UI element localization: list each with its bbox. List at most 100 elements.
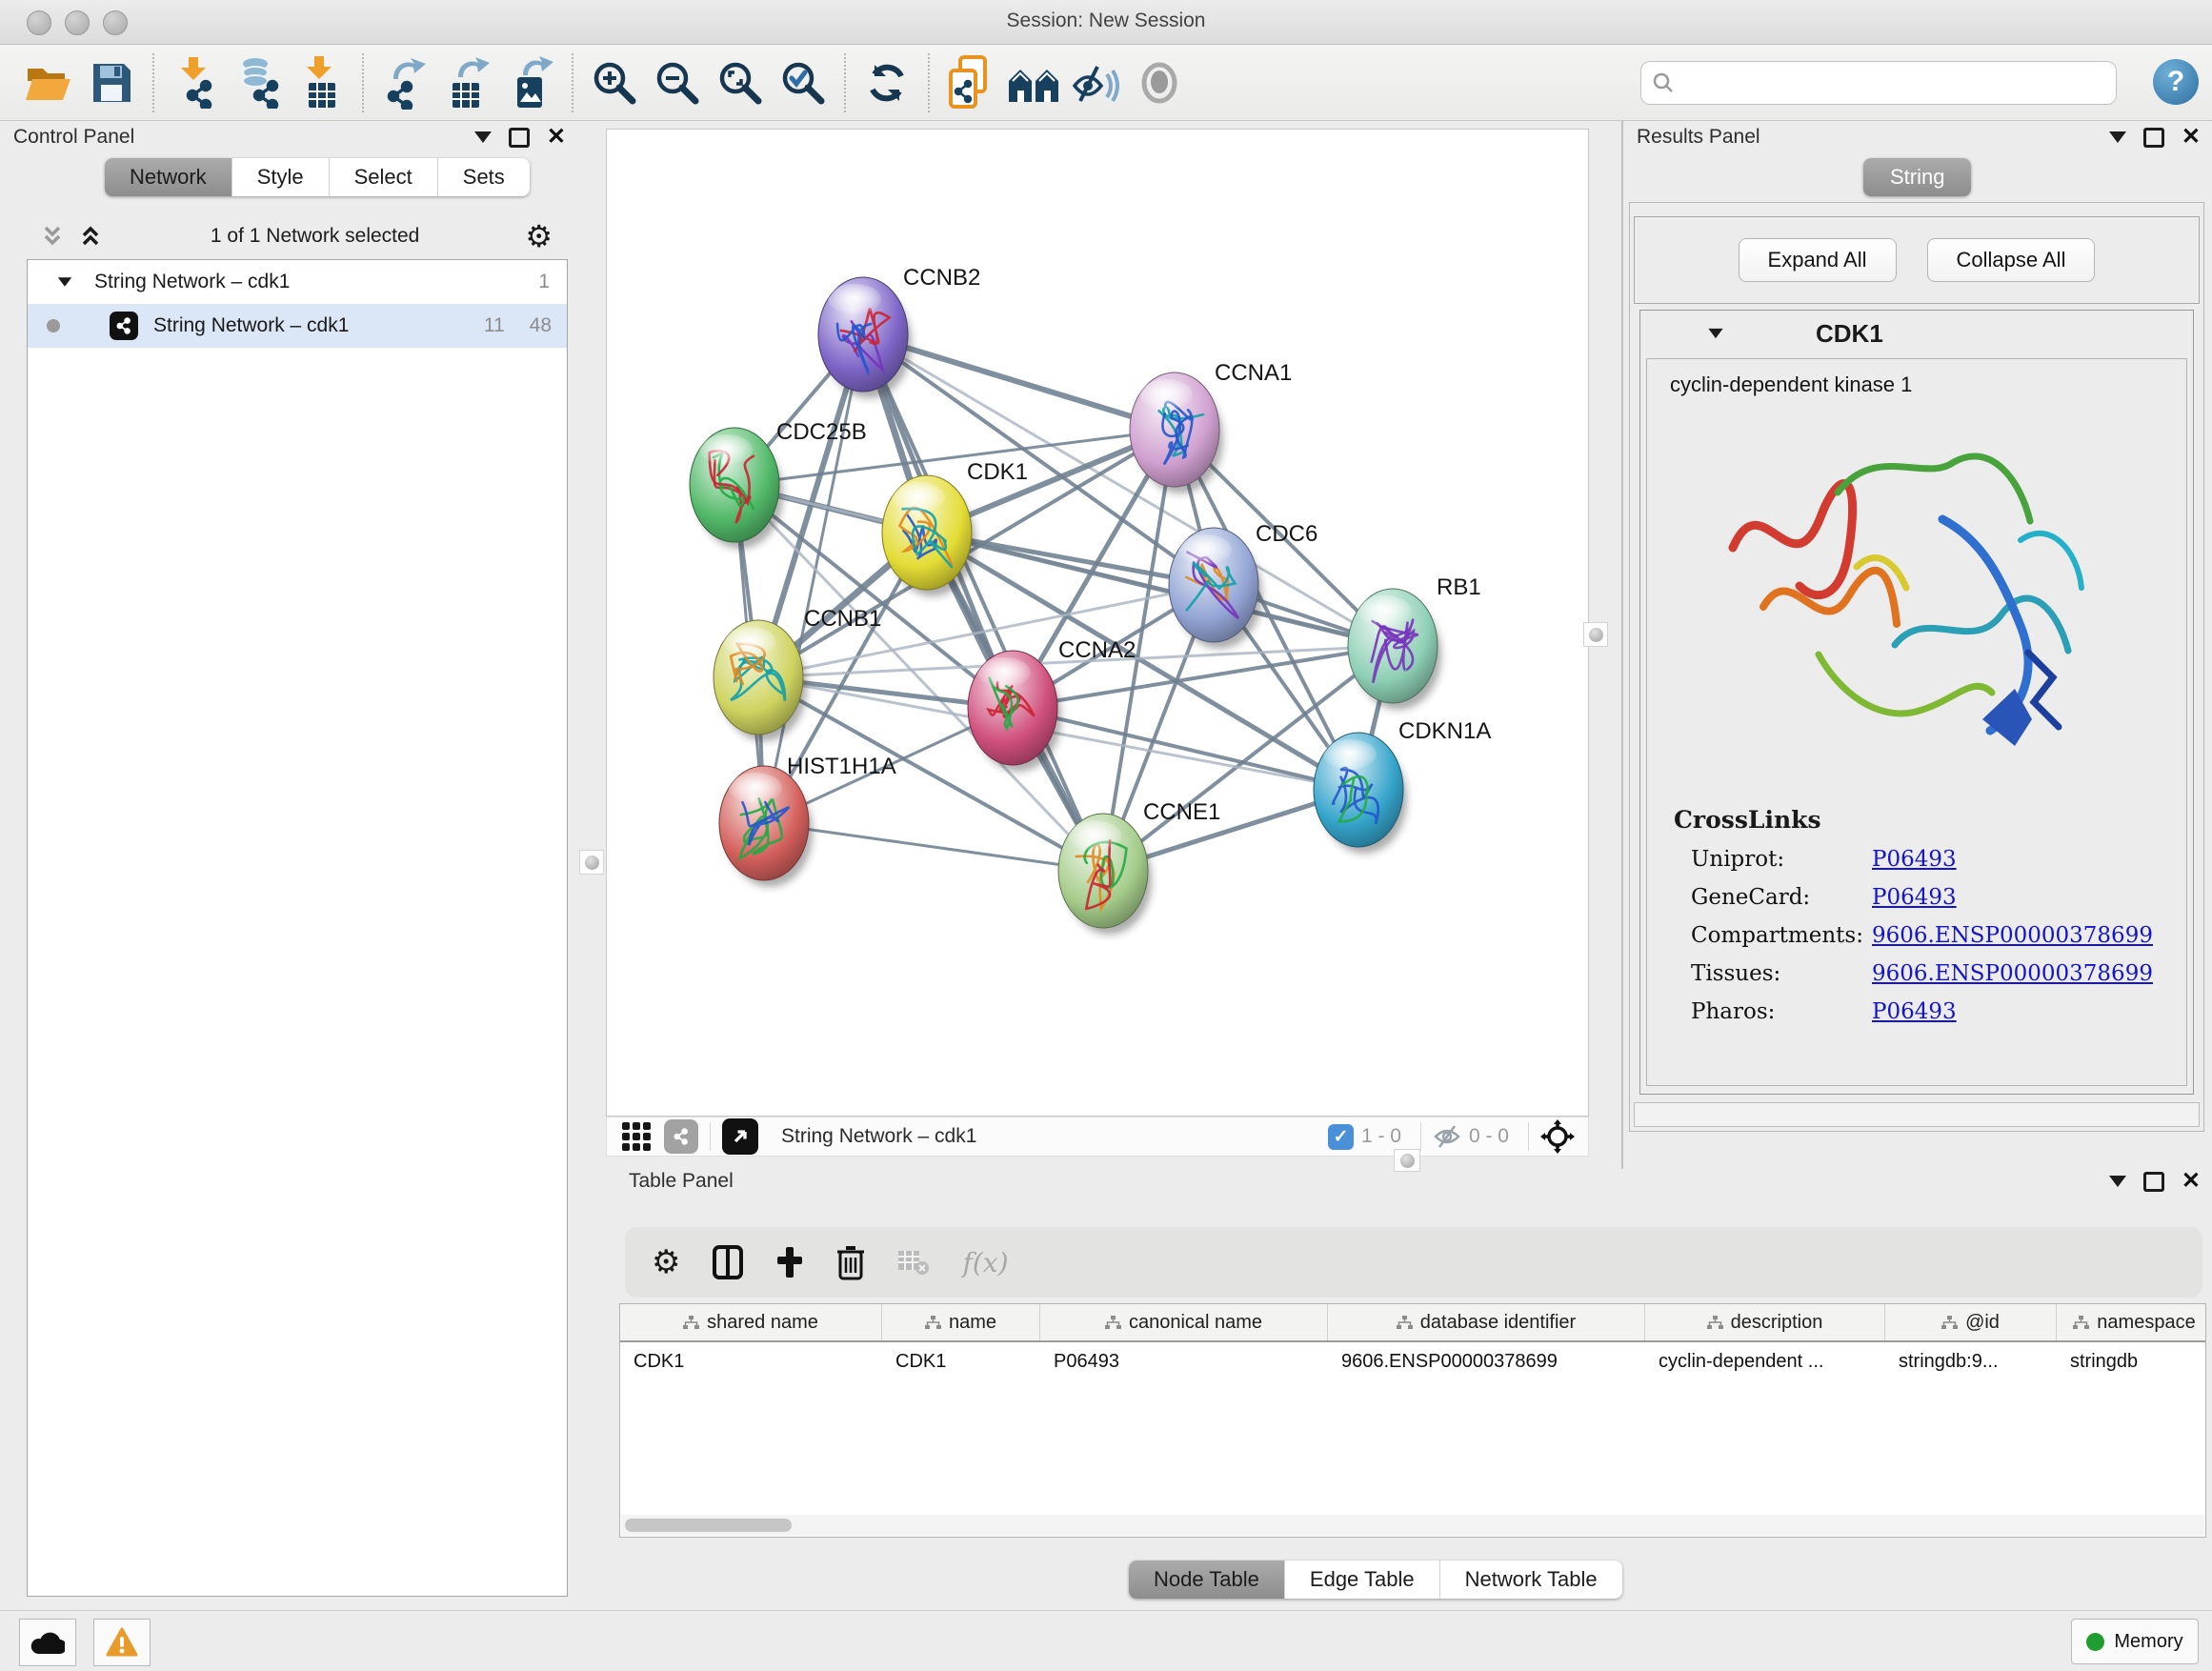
column-header-shared-name[interactable]: shared name: [620, 1304, 882, 1340]
table-options-gear-icon[interactable]: ⚙: [652, 1243, 680, 1281]
protein-section-header[interactable]: CDK1: [1640, 311, 2193, 356]
tab-style[interactable]: Style: [232, 158, 330, 196]
network-edge[interactable]: [863, 334, 1103, 871]
houses-icon: [1007, 62, 1060, 104]
crosslink-link[interactable]: 9606.ENSP00000378699: [1872, 923, 2153, 948]
network-node-CDC6[interactable]: [1169, 528, 1262, 649]
column-header-description[interactable]: description: [1645, 1304, 1885, 1340]
network-edge[interactable]: [764, 823, 1103, 871]
crosslink-link[interactable]: P06493: [1872, 885, 1957, 910]
column-header-@id[interactable]: @id: [1885, 1304, 2057, 1340]
first-neighbors-button[interactable]: [1002, 51, 1065, 114]
results-scrollbar[interactable]: [1634, 1102, 2200, 1127]
help-button[interactable]: ?: [2153, 59, 2199, 105]
birdseye-crosshair-icon[interactable]: [1540, 1119, 1575, 1154]
node-label-CCNB2: CCNB2: [903, 265, 980, 291]
table-row[interactable]: CDK1CDK1P064939606.ENSP00000378699cyclin…: [620, 1342, 2205, 1380]
warnings-button[interactable]: [93, 1619, 151, 1666]
network-canvas[interactable]: CCNB2CCNA1CDC25BCDK1CDC6RB1CCNB1CCNA2CDK…: [606, 129, 1589, 1117]
network-edge[interactable]: [764, 334, 863, 823]
crosslink-link[interactable]: P06493: [1872, 847, 1957, 872]
grid-view-icon[interactable]: [622, 1122, 651, 1151]
network-options-gear-icon[interactable]: ⚙: [525, 218, 553, 254]
table-panel-title: Table Panel: [629, 1170, 734, 1193]
results-panel-menu-icon[interactable]: [2109, 131, 2126, 143]
control-panel-menu-icon[interactable]: [474, 131, 492, 143]
network-collection-row[interactable]: String Network – cdk1 1: [28, 260, 567, 304]
refresh-view-button[interactable]: [855, 51, 918, 114]
collapse-all-chevron-icon[interactable]: [38, 222, 67, 251]
table-panel-float-icon[interactable]: [2143, 1172, 2164, 1192]
save-session-button[interactable]: [80, 51, 143, 114]
zoom-out-button[interactable]: [646, 51, 709, 114]
left-splitter-handle[interactable]: [579, 850, 604, 875]
node-label-CDK1: CDK1: [967, 459, 1028, 485]
tab-string[interactable]: String: [1863, 158, 1971, 196]
network-view-title: String Network – cdk1: [781, 1125, 1328, 1148]
network-node-CCNB2[interactable]: [818, 277, 912, 398]
column-header-name[interactable]: name: [882, 1304, 1040, 1340]
tab-node-table[interactable]: Node Table: [1129, 1560, 1285, 1599]
tab-select[interactable]: Select: [330, 158, 438, 196]
control-panel-float-icon[interactable]: [509, 128, 530, 148]
protein-collapse-icon[interactable]: [1708, 329, 1722, 338]
expand-all-chevron-icon[interactable]: [76, 222, 105, 251]
tab-network[interactable]: Network: [105, 158, 232, 196]
export-image-button[interactable]: [499, 51, 562, 114]
add-column-icon[interactable]: [775, 1245, 804, 1279]
show-columns-icon[interactable]: [713, 1245, 743, 1279]
collapse-all-button[interactable]: Collapse All: [1927, 238, 2096, 282]
import-table-file-button[interactable]: [290, 51, 352, 114]
crosslink-link[interactable]: P06493: [1872, 999, 1957, 1024]
open-session-button[interactable]: [17, 51, 80, 114]
export-table-button[interactable]: [436, 51, 499, 114]
expand-all-button[interactable]: Expand All: [1739, 238, 1897, 282]
zoom-selected-button[interactable]: [772, 51, 835, 114]
tab-network-table[interactable]: Network Table: [1440, 1560, 1622, 1599]
network-node-CCNA1[interactable]: [1130, 372, 1223, 493]
network-node-CDKN1A[interactable]: [1314, 733, 1407, 854]
network-node-CDK1[interactable]: [882, 475, 975, 596]
cloud-status-button[interactable]: [19, 1619, 76, 1666]
zoom-in-button[interactable]: [583, 51, 646, 114]
export-table-icon: [445, 56, 491, 110]
delete-column-icon[interactable]: [836, 1244, 865, 1280]
tab-sets[interactable]: Sets: [438, 158, 530, 196]
network-node-CCNB1[interactable]: [714, 620, 807, 741]
results-panel-close-icon[interactable]: ✕: [2182, 126, 2201, 149]
string-view-icon[interactable]: [664, 1119, 698, 1154]
column-header-canonical-name[interactable]: canonical name: [1040, 1304, 1328, 1340]
zoom-fit-button[interactable]: [709, 51, 772, 114]
import-network-database-button[interactable]: [227, 51, 290, 114]
memory-button[interactable]: Memory: [2071, 1619, 2199, 1664]
horizontal-splitter-handle[interactable]: [1394, 1149, 1420, 1172]
network-row-selected[interactable]: String Network – cdk1 11 48: [28, 304, 567, 348]
show-all-button[interactable]: [1128, 51, 1191, 114]
search-input[interactable]: [1674, 66, 2116, 100]
network-node-HIST1H1A[interactable]: [719, 766, 813, 887]
crosslink-link[interactable]: 9606.ENSP00000378699: [1872, 961, 2153, 986]
network-node-RB1[interactable]: [1348, 589, 1441, 710]
table-hscrollbar[interactable]: [621, 1515, 2204, 1536]
results-panel-float-icon[interactable]: [2143, 128, 2164, 148]
hide-selected-button[interactable]: [1065, 51, 1128, 114]
table-panel-close-icon[interactable]: ✕: [2182, 1170, 2201, 1193]
control-panel-close-icon[interactable]: ✕: [547, 126, 566, 149]
column-header-namespace[interactable]: namespace: [2057, 1304, 2206, 1340]
network-node-CCNE1[interactable]: [1058, 814, 1152, 935]
table-panel-menu-icon[interactable]: [2109, 1176, 2126, 1187]
clone-network-button[interactable]: [939, 51, 1002, 114]
export-network-icon: [382, 56, 428, 110]
import-network-file-button[interactable]: [164, 51, 227, 114]
selected-checkbox-icon[interactable]: ✓: [1328, 1124, 1354, 1150]
right-splitter-handle[interactable]: [1583, 622, 1608, 647]
detach-view-icon[interactable]: [722, 1118, 758, 1155]
network-edge[interactable]: [1013, 708, 1358, 790]
network-node-CCNA2[interactable]: [968, 651, 1061, 772]
tab-edge-table[interactable]: Edge Table: [1285, 1560, 1440, 1599]
table-header-row: shared namenamecanonical namedatabase id…: [620, 1304, 2205, 1342]
column-header-database-identifier[interactable]: database identifier: [1328, 1304, 1645, 1340]
export-network-button[interactable]: [373, 51, 436, 114]
tree-expand-icon[interactable]: [58, 277, 71, 287]
main-toolbar: ?: [0, 45, 2212, 121]
